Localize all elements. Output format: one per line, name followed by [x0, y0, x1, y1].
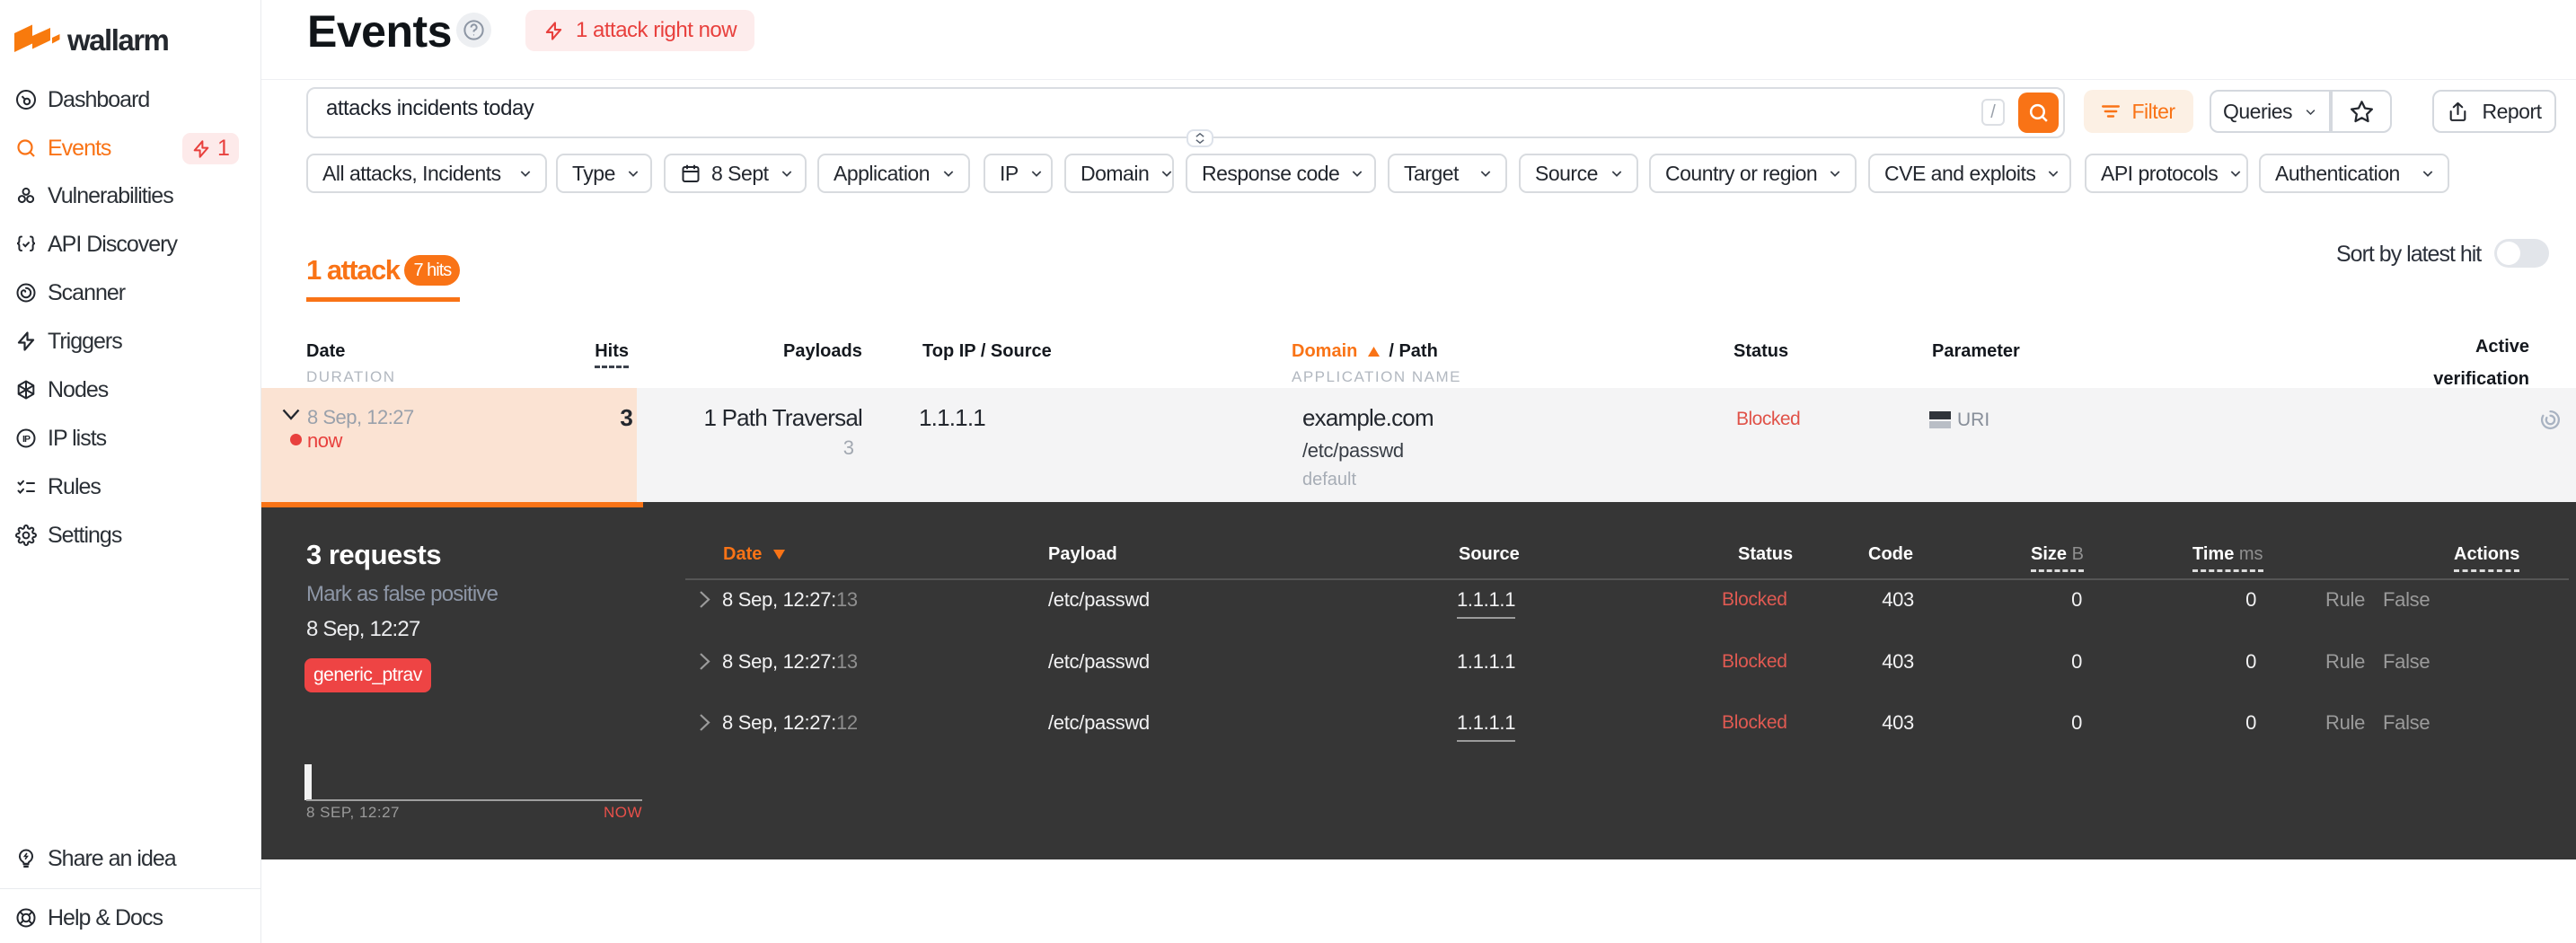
svg-text:IP: IP — [22, 434, 31, 445]
